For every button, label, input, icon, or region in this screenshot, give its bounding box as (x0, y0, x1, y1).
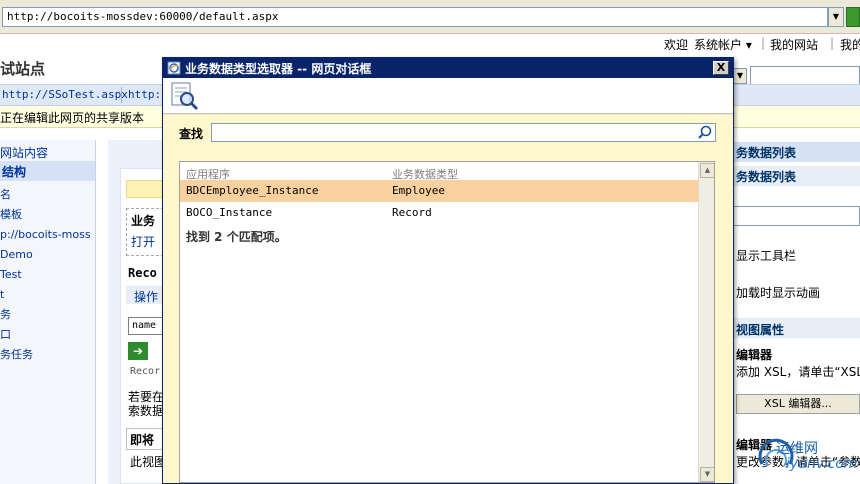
tab-ssotest[interactable]: http://SSoTest.aspx (2, 88, 128, 101)
search-scope-dropdown[interactable]: ▼ (733, 68, 747, 84)
quicklaunch-item[interactable]: 名 (0, 186, 11, 202)
web-part-record: Reco 操作 (126, 264, 164, 312)
address-bar: http://bocoits-mossdev:60000/default.asp… (0, 0, 860, 34)
show-animation-option[interactable]: 加载时显示动画 (736, 284, 820, 301)
watermark-text: 运维网 (776, 441, 818, 457)
structure-header: 结构 (0, 161, 95, 181)
search-icon (698, 125, 712, 139)
cell-entity-type: Record (392, 206, 432, 219)
show-toolbar-option[interactable]: 显示工具栏 (736, 247, 796, 264)
cell-application: BOCO_Instance (186, 206, 273, 219)
watermark: 运维网 iyunv.com (756, 432, 858, 482)
address-input[interactable]: http://bocoits-mossdev:60000/default.asp… (2, 7, 828, 27)
quicklaunch-item[interactable]: 模板 (0, 206, 22, 222)
address-dropdown-button[interactable]: ▼ (828, 7, 844, 27)
scroll-down-button[interactable]: ▼ (700, 467, 714, 482)
cell-entity-type: Employee (392, 184, 445, 197)
quicklaunch-item[interactable]: 务 (0, 306, 11, 322)
site-title: 试站点 (0, 60, 46, 78)
search-button[interactable] (696, 123, 716, 142)
web-part-title: 业务 (131, 214, 156, 228)
business-data-type-picker-dialog: 业务数据类型选取器 -- 网页对话框 X 查找 应用程序 业务数据类型 BDCE… (162, 57, 734, 484)
dialog-body: 查找 应用程序 业务数据类型 BDCEmployee_Instance Empl… (163, 115, 733, 483)
actions-menu[interactable]: 操作 (134, 288, 158, 305)
quick-launch: 网站内容 结构 名 模板 p://bocoits-moss Demo Test … (0, 140, 96, 484)
web-part-title: Reco (128, 266, 157, 280)
quicklaunch-item[interactable]: Demo (0, 248, 33, 261)
quicklaunch-item[interactable]: 口 (0, 326, 11, 342)
filter-field-input[interactable]: name (128, 317, 164, 335)
my-site-link[interactable]: 我的网站 (770, 36, 818, 53)
close-button[interactable]: X (713, 61, 729, 75)
account-menu[interactable]: 系统帐户 ▾ (694, 36, 752, 53)
dialog-title: 业务数据类型选取器 -- 网页对话框 (185, 62, 372, 76)
tool-pane-section-title[interactable]: 务数据列表 (736, 168, 796, 185)
welcome-text: 欢迎 (664, 38, 689, 52)
go-button[interactable] (846, 7, 860, 27)
view-text: 此视图 (130, 455, 167, 469)
nav-separator: | (761, 36, 766, 50)
browse-icon[interactable] (169, 81, 199, 111)
go-arrow-button[interactable]: ➔ (128, 342, 148, 360)
tool-pane-input[interactable] (733, 206, 860, 226)
xsl-editor-button[interactable]: XSL 编辑器... (736, 394, 860, 414)
ie-page-icon (167, 61, 181, 75)
match-count-text: 找到 2 个匹配项。 (186, 230, 287, 244)
search-label: 查找 (179, 127, 204, 141)
web-part-business-data: 业务 打开 (126, 208, 164, 256)
results-list: 应用程序 业务数据类型 BDCEmployee_Instance Employe… (179, 161, 715, 483)
xsl-editor-title: 编辑器 (736, 348, 773, 362)
edit-status-text: 正在编辑此网页的共享版本 (0, 111, 145, 125)
open-tool-pane-link[interactable]: 打开 (131, 233, 155, 250)
site-content-link[interactable]: 网站内容 (0, 144, 48, 161)
cell-application: BDCEmployee_Instance (186, 184, 319, 197)
result-row[interactable]: BOCO_Instance Record (180, 202, 698, 224)
tool-pane-title: 务数据列表 (736, 146, 797, 160)
view-properties-title[interactable]: 视图属性 (736, 321, 784, 338)
nav-separator: | (830, 36, 835, 50)
record-label: Recor (130, 366, 161, 377)
xsl-instruction: 添加 XSL，请单击“XSL (736, 365, 860, 379)
dialog-toolbar (163, 78, 733, 114)
dialog-titlebar[interactable]: 业务数据类型选取器 -- 网页对话框 X (163, 58, 733, 78)
quicklaunch-item[interactable]: 务任务 (0, 346, 33, 362)
my-links-menu[interactable]: 我的 (840, 36, 860, 53)
scroll-up-button[interactable]: ▲ (700, 163, 714, 178)
results-scrollbar[interactable]: ▲ ▼ (698, 162, 714, 482)
quicklaunch-item[interactable]: Test (0, 268, 22, 281)
structure-label[interactable]: 结构 (2, 163, 26, 180)
site-search-input[interactable] (750, 66, 860, 86)
zone-header (126, 180, 164, 198)
search-input[interactable] (211, 123, 697, 142)
instruction-text: 索数据 (128, 404, 165, 418)
watermark-url: iyunv.com (786, 456, 858, 472)
quicklaunch-item[interactable]: t (0, 288, 4, 301)
result-row[interactable]: BDCEmployee_Instance Employee (180, 180, 698, 202)
quicklaunch-item[interactable]: p://bocoits-moss (0, 228, 91, 241)
section-title: 即将 (130, 433, 155, 447)
tab-divider (121, 87, 122, 103)
top-navigation: 欢迎 系统帐户 ▾ | 我的网站 | 我的 (0, 34, 860, 54)
